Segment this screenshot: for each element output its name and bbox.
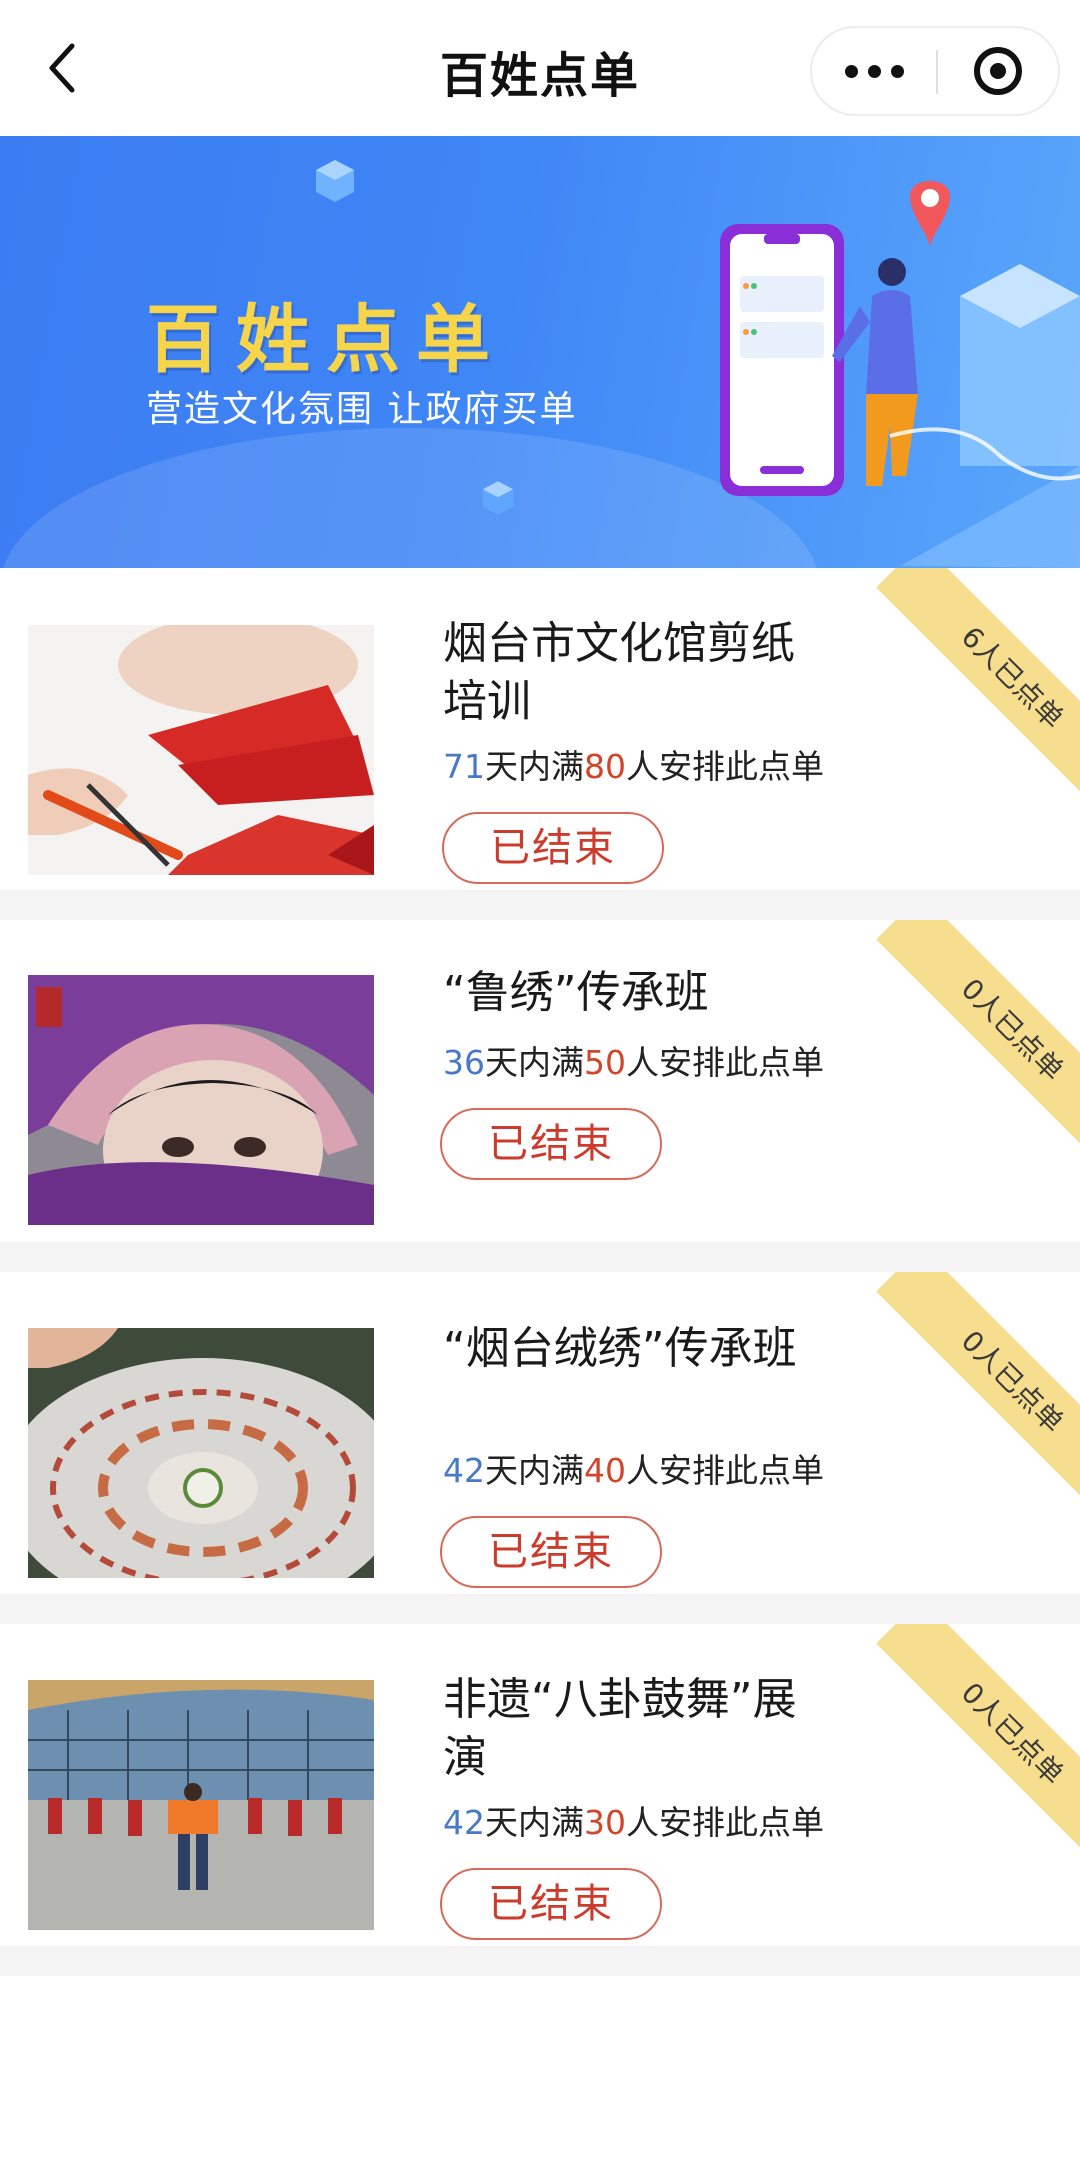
- item-meta: 36天内满50人安排此点单: [443, 1036, 824, 1084]
- item-divider: [0, 1594, 1080, 1624]
- order-count-ribbon: 0人已点单: [876, 1272, 1080, 1518]
- nav-bar: 百姓点单: [0, 0, 1080, 136]
- status-button[interactable]: 已结束: [440, 1108, 662, 1180]
- people-suffix: 人安排此点单: [626, 1803, 824, 1842]
- days-suffix: 天内满: [485, 1451, 584, 1490]
- order-count-ribbon: 0人已点单: [876, 1624, 1080, 1870]
- order-count-ribbon: 0人已点单: [876, 920, 1080, 1166]
- item-image-papercut: [28, 625, 374, 875]
- target-icon: [974, 47, 1022, 95]
- status-button[interactable]: 已结束: [440, 1868, 662, 1940]
- days-count: 42: [443, 1803, 485, 1842]
- item-image-embroidery-portrait: [28, 975, 374, 1225]
- list-item[interactable]: “鲁绣”传承班 36天内满50人安排此点单 已结束 0人已点单: [0, 920, 1080, 1242]
- dot-icon: [867, 64, 881, 78]
- item-title: 非遗“八卦鼓舞”展演: [443, 1674, 797, 1783]
- list-item[interactable]: “烟台绒绣”传承班 42天内满40人安排此点单 已结束 0人已点单: [0, 1272, 1080, 1594]
- days-suffix: 天内满: [485, 1043, 584, 1082]
- cube-icon: [482, 481, 514, 515]
- order-count-ribbon: 6人已点单: [876, 568, 1080, 814]
- item-meta: 42天内满40人安排此点单: [443, 1444, 824, 1492]
- phone-illustration: [720, 181, 1080, 568]
- item-meta: 71天内满80人安排此点单: [443, 740, 824, 788]
- item-divider: [0, 1242, 1080, 1272]
- list-item[interactable]: 非遗“八卦鼓舞”展演 42天内满30人安排此点单 已结束 0人已点单: [0, 1624, 1080, 1946]
- status-button[interactable]: 已结束: [442, 812, 664, 884]
- days-count: 71: [443, 747, 485, 786]
- days-suffix: 天内满: [485, 747, 584, 786]
- days-count: 36: [443, 1043, 485, 1082]
- banner-subtitle: 营造文化氛围 让政府买单: [146, 389, 578, 430]
- people-count: 40: [584, 1451, 626, 1490]
- list-item[interactable]: 烟台市文化馆剪纸培训 71天内满80人安排此点单 已结束 6人已点单: [0, 568, 1080, 890]
- item-image-lace-embroidery: [28, 1328, 374, 1578]
- item-title: “烟台绒绣”传承班: [443, 1323, 797, 1374]
- dot-icon: [844, 64, 858, 78]
- days-count: 42: [443, 1451, 485, 1490]
- cube-icon: [316, 160, 354, 202]
- people-count: 50: [584, 1043, 626, 1082]
- people-suffix: 人安排此点单: [626, 1451, 824, 1490]
- item-divider: [0, 1946, 1080, 1976]
- item-title: 烟台市文化馆剪纸培训: [443, 618, 795, 727]
- people-suffix: 人安排此点单: [626, 1043, 824, 1082]
- item-divider: [0, 890, 1080, 920]
- dot-icon: [890, 64, 904, 78]
- banner[interactable]: 百姓点单 营造文化氛围 让政府买单: [0, 136, 1080, 568]
- days-suffix: 天内满: [485, 1803, 584, 1842]
- people-count: 30: [584, 1803, 626, 1842]
- mini-program-capsule: [810, 26, 1060, 116]
- close-button[interactable]: [938, 28, 1058, 114]
- item-image-drum-dance: [28, 1680, 374, 1930]
- status-button[interactable]: 已结束: [440, 1516, 662, 1588]
- banner-title: 百姓点单: [146, 297, 506, 383]
- people-count: 80: [584, 747, 626, 786]
- more-button[interactable]: [812, 28, 936, 114]
- people-suffix: 人安排此点单: [626, 747, 824, 786]
- item-title: “鲁绣”传承班: [443, 967, 709, 1018]
- item-meta: 42天内满30人安排此点单: [443, 1796, 824, 1844]
